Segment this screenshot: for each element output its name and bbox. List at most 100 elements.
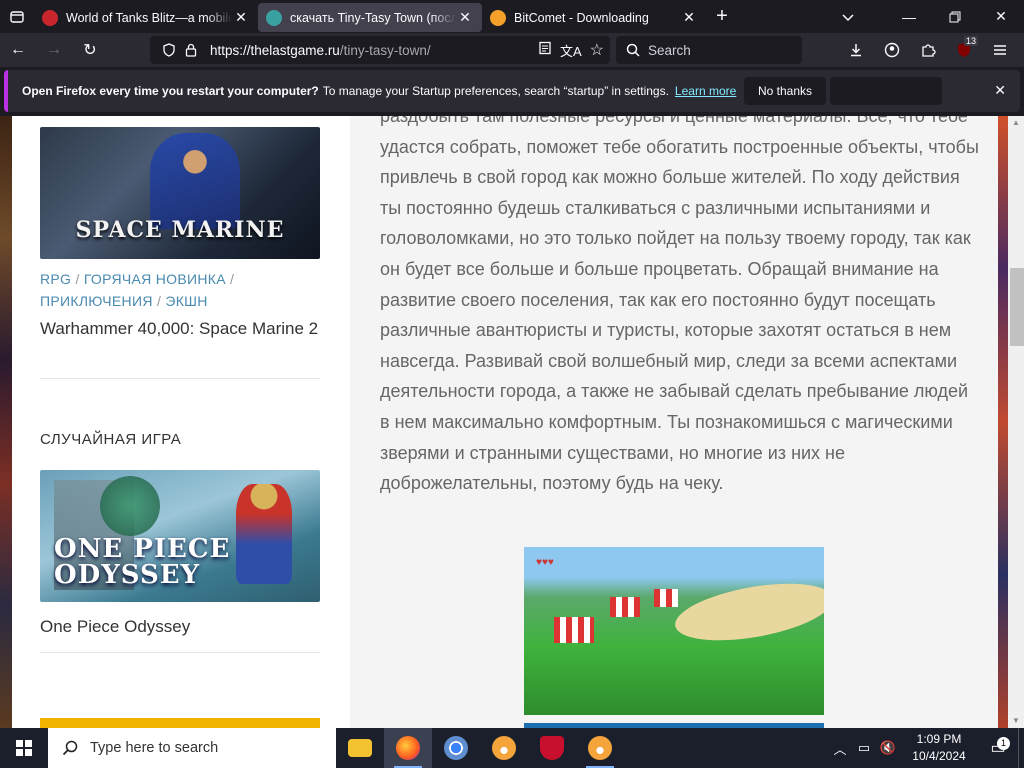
bookmark-star-icon[interactable]: ☆ — [590, 40, 604, 60]
scroll-up-arrow-icon[interactable]: ▲ — [1008, 118, 1024, 128]
back-button[interactable]: ← — [0, 33, 36, 67]
notification-message: To manage your Startup preferences, sear… — [322, 84, 669, 98]
open-firefox-button[interactable] — [830, 77, 942, 105]
minimize-button[interactable]: — — [886, 0, 932, 33]
extension-badge: 13 — [963, 36, 978, 46]
taskbar-firefox[interactable] — [384, 728, 432, 768]
download-icon — [851, 44, 861, 57]
tab-bitcomet[interactable]: BitComet - Downloading ✕ — [482, 3, 706, 32]
url-bar-actions: 文A ☆ — [538, 36, 604, 64]
tab-world-of-tanks[interactable]: World of Tanks Blitz—a mobile tank game … — [34, 3, 258, 32]
reader-view-icon[interactable] — [538, 41, 552, 60]
chevron-up-icon[interactable]: ︿ — [828, 739, 852, 758]
search-box[interactable]: Search — [616, 36, 802, 64]
promo-banner[interactable] — [40, 718, 320, 728]
url-bar[interactable]: https://thelastgame.ru/tiny-tasy-town/ 文… — [150, 36, 610, 64]
taskbar-file-explorer[interactable] — [336, 728, 384, 768]
tag-link[interactable]: ГОРЯЧАЯ НОВИНКА — [84, 271, 226, 287]
close-window-button[interactable]: ✕ — [978, 0, 1024, 33]
clock-date: 10/4/2024 — [912, 749, 966, 763]
space-marine-cover-image[interactable]: SPACE MARINE — [40, 127, 320, 259]
game-title-link[interactable]: Warhammer 40,000: Space Marine 2 — [40, 316, 330, 341]
extensions-button[interactable] — [910, 33, 946, 67]
reload-button[interactable]: ↻ — [72, 33, 108, 67]
windows-logo-icon — [16, 740, 32, 756]
background-art-right — [998, 116, 1008, 728]
folder-icon — [348, 739, 372, 757]
url-text[interactable]: https://thelastgame.ru/tiny-tasy-town/ — [210, 43, 431, 58]
scrollbar-thumb[interactable] — [1010, 268, 1024, 346]
game-screenshot[interactable]: ♥♥♥ — [524, 547, 824, 715]
taskbar-bitcomet-2[interactable] — [576, 728, 624, 768]
lock-icon[interactable] — [180, 43, 202, 57]
shield-icon[interactable] — [158, 43, 180, 57]
system-tray: ︿ ▭ 🔇 1:09 PM 10/4/2024 ▭ 1 — [828, 728, 1024, 768]
page-scrollbar[interactable]: ▲ ▼ — [1008, 116, 1024, 728]
taskbar-chrome[interactable] — [432, 728, 480, 768]
market-stall — [610, 597, 640, 617]
account-button[interactable] — [874, 33, 910, 67]
mcafee-shield-icon — [540, 736, 564, 760]
space-marine-figure — [150, 133, 240, 229]
divider — [40, 378, 320, 379]
search-icon — [626, 43, 640, 57]
search-placeholder: Search — [648, 42, 691, 58]
list-all-tabs-button[interactable] — [830, 0, 866, 33]
search-icon — [62, 740, 78, 756]
random-game-heading: СЛУЧАЙНАЯ ИГРА — [40, 431, 182, 448]
close-tab-icon[interactable]: ✕ — [680, 9, 698, 27]
restore-icon — [949, 11, 961, 22]
minimize-icon: — — [902, 8, 916, 25]
clock-time: 1:09 PM — [916, 732, 962, 746]
tag-link[interactable]: RPG — [40, 271, 71, 287]
chevron-down-icon — [842, 13, 854, 21]
clock[interactable]: 1:09 PM 10/4/2024 — [900, 731, 978, 765]
downloads-button[interactable] — [838, 33, 874, 67]
scroll-down-arrow-icon[interactable]: ▼ — [1008, 716, 1024, 726]
tab-title: World of Tanks Blitz—a mobile tank game — [66, 10, 232, 25]
page-viewport: SPACE MARINE RPG / ГОРЯЧАЯ НОВИНКА / ПРИ… — [0, 116, 1008, 728]
forward-button[interactable]: → — [36, 33, 72, 67]
restore-button[interactable] — [932, 0, 978, 33]
ublock-extension-button[interactable]: 13 — [946, 33, 982, 67]
game-tags: RPG / ГОРЯЧАЯ НОВИНКА / ПРИКЛЮЧЕНИЯ / ЭК… — [40, 271, 235, 309]
start-button[interactable] — [0, 728, 48, 768]
network-icon[interactable]: ▭ — [852, 740, 876, 756]
close-notification-icon[interactable]: ✕ — [994, 82, 1006, 99]
firefox-view-button[interactable] — [0, 0, 34, 33]
taskbar-bitcomet[interactable] — [480, 728, 528, 768]
wot-favicon-icon — [42, 9, 58, 26]
luffy-figure — [236, 484, 292, 584]
arrow-left-icon: ← — [10, 41, 26, 58]
game-title-link[interactable]: One Piece Odyssey — [40, 614, 330, 639]
reload-icon: ↻ — [83, 42, 97, 59]
tag-link[interactable]: ЭКШН — [165, 293, 207, 309]
window-controls: — ✕ — [830, 0, 1024, 33]
tab-title: BitComet - Downloading — [514, 10, 649, 25]
notification-count: 1 — [997, 737, 1010, 750]
action-center-button[interactable]: ▭ 1 — [978, 737, 1018, 758]
taskbar-mcafee[interactable] — [528, 728, 576, 768]
app-menu-button[interactable] — [982, 33, 1018, 67]
volume-muted-icon[interactable]: 🔇 — [876, 740, 900, 756]
article-content: раздобыть там полезные ресурсы и ценные … — [350, 116, 998, 728]
no-thanks-button[interactable]: No thanks — [744, 77, 826, 105]
taskbar-search-box[interactable]: Type here to search — [48, 728, 336, 768]
close-tab-icon[interactable]: ✕ — [232, 9, 250, 27]
market-stall — [654, 589, 678, 607]
show-desktop-button[interactable] — [1018, 728, 1024, 768]
sand-path — [670, 573, 824, 651]
tag-link[interactable]: ПРИКЛЮЧЕНИЯ — [40, 293, 153, 309]
translate-icon[interactable]: 文A — [560, 41, 582, 60]
toolbar-buttons: 13 — [838, 33, 1018, 67]
close-icon: ✕ — [995, 8, 1007, 24]
close-tab-icon[interactable]: ✕ — [456, 9, 474, 27]
new-tab-button[interactable]: + — [706, 0, 738, 33]
one-piece-odyssey-cover-image[interactable]: ONE PIECE ODYSSEY — [40, 470, 320, 602]
divider — [40, 652, 320, 653]
space-marine-logo-text: SPACE MARINE — [75, 217, 285, 243]
learn-more-link[interactable]: Learn more — [675, 84, 736, 98]
tab-tiny-tasy-town[interactable]: скачать Tiny-Tasy Town (последняя версия… — [258, 3, 482, 32]
sidebar: SPACE MARINE RPG / ГОРЯЧАЯ НОВИНКА / ПРИ… — [12, 116, 350, 728]
navigation-toolbar: ← → ↻ https://thelastgame.ru/tiny-tasy-t… — [0, 33, 1024, 67]
